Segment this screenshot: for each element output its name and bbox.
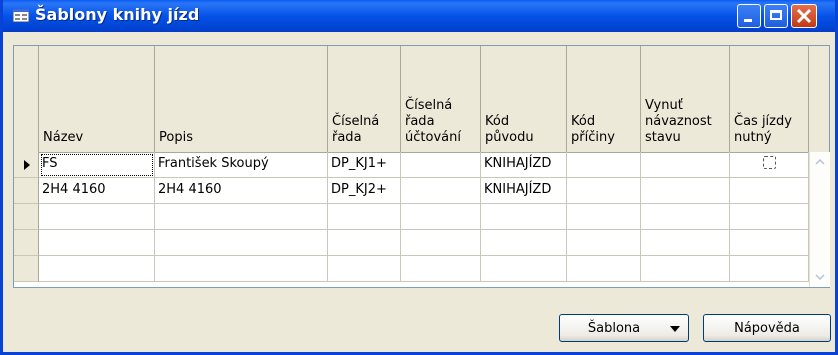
cell-kod-priciny[interactable] (567, 178, 641, 204)
form-icon (13, 9, 29, 22)
cell-vynut-navaznost-stavu[interactable] (641, 152, 730, 178)
cell-cas-jizdy-nutny[interactable] (730, 178, 809, 204)
cell-ciselna-rada-uctovani[interactable] (401, 178, 481, 204)
cell-nazev[interactable]: 2H4 4160 (39, 178, 155, 204)
row-selector[interactable] (14, 204, 39, 230)
minimize-icon[interactable] (737, 4, 761, 28)
cell-nazev[interactable]: FS (39, 152, 155, 178)
window-title: Šablony knihy jízd (35, 5, 200, 24)
cell-kod-priciny[interactable] (567, 152, 641, 178)
cell-empty[interactable] (481, 256, 567, 282)
cell-kod-puvodu[interactable]: KNIHAJÍZD (481, 178, 567, 204)
cell-empty[interactable] (401, 230, 481, 256)
column-header-ciselna-rada[interactable]: Číselná řada (328, 46, 401, 152)
cell-empty[interactable] (730, 256, 809, 282)
cell-empty[interactable] (155, 204, 328, 230)
row-pointer-icon (24, 160, 30, 170)
sablona-menu-button[interactable]: Šablona (559, 314, 689, 342)
cell-empty[interactable] (730, 230, 809, 256)
help-button[interactable]: Nápověda (703, 314, 831, 342)
cell-empty[interactable] (481, 204, 567, 230)
cell-ciselna-rada[interactable]: DP_KJ1+ (328, 152, 401, 178)
scroll-down-icon[interactable] (812, 269, 828, 285)
cell-empty[interactable] (328, 204, 401, 230)
cell-empty[interactable] (39, 256, 155, 282)
cell-empty[interactable] (641, 204, 730, 230)
row-selector[interactable] (14, 152, 39, 178)
table-row-empty[interactable] (14, 256, 809, 282)
cas-jizdy-nutny-checkbox[interactable] (762, 156, 776, 169)
cell-empty[interactable] (567, 230, 641, 256)
column-header-vynut-navaznost-stavu[interactable]: Vynuť návaznost stavu (641, 46, 730, 152)
row-selector[interactable] (14, 256, 39, 282)
vertical-scrollbar[interactable] (809, 152, 830, 287)
close-icon[interactable] (791, 4, 817, 28)
row-selector-header (14, 46, 39, 152)
cell-empty[interactable] (401, 204, 481, 230)
scroll-up-icon[interactable] (812, 154, 828, 170)
cell-empty[interactable] (155, 256, 328, 282)
cell-empty[interactable] (328, 256, 401, 282)
cell-empty[interactable] (567, 256, 641, 282)
cell-empty[interactable] (401, 256, 481, 282)
table-row[interactable]: 2H4 4160 2H4 4160 DP_KJ2+ KNIHAJÍZD (14, 178, 809, 204)
cell-empty[interactable] (481, 230, 567, 256)
cell-cas-jizdy-nutny[interactable] (730, 152, 809, 178)
cell-empty[interactable] (567, 204, 641, 230)
chevron-down-icon (670, 326, 680, 332)
cell-ciselna-rada[interactable]: DP_KJ2+ (328, 178, 401, 204)
cell-ciselna-rada-uctovani[interactable] (401, 152, 481, 178)
help-button-label: Nápověda (734, 320, 800, 336)
column-header-nazev[interactable]: Název (39, 46, 155, 152)
templates-grid[interactable]: Název Popis Číselná řada Číselná řada úč… (13, 45, 830, 288)
cell-popis[interactable]: 2H4 4160 (155, 178, 328, 204)
cell-empty[interactable] (641, 230, 730, 256)
column-header-cas-jizdy-nutny[interactable]: Čas jízdy nutný (730, 46, 809, 152)
table-row-empty[interactable] (14, 204, 809, 230)
column-header-kod-puvodu[interactable]: Kód původu (481, 46, 567, 152)
cell-empty[interactable] (155, 230, 328, 256)
cell-empty[interactable] (39, 230, 155, 256)
cell-vynut-navaznost-stavu[interactable] (641, 178, 730, 204)
cell-empty[interactable] (328, 230, 401, 256)
cell-empty[interactable] (39, 204, 155, 230)
table-row-empty[interactable] (14, 230, 809, 256)
sablona-button-label: Šablona (587, 320, 641, 336)
grid-header: Název Popis Číselná řada Číselná řada úč… (14, 46, 829, 153)
cell-empty[interactable] (641, 256, 730, 282)
row-selector[interactable] (14, 230, 39, 256)
column-header-popis[interactable]: Popis (155, 46, 328, 152)
title-bar[interactable]: Šablony knihy jízd (3, 0, 835, 32)
column-header-kod-priciny[interactable]: Kód příčiny (567, 46, 641, 152)
row-selector[interactable] (14, 178, 39, 204)
cell-kod-puvodu[interactable]: KNIHAJÍZD (481, 152, 567, 178)
cell-empty[interactable] (730, 204, 809, 230)
table-row[interactable]: FS František Skoupý DP_KJ1+ KNIHAJÍZD (14, 152, 809, 178)
column-header-ciselna-rada-uctovani[interactable]: Číselná řada účtování (401, 46, 481, 152)
maximize-icon[interactable] (764, 4, 788, 28)
cell-popis[interactable]: František Skoupý (155, 152, 328, 178)
window: Šablony knihy jízd Název Popis Číselná ř… (0, 0, 838, 355)
